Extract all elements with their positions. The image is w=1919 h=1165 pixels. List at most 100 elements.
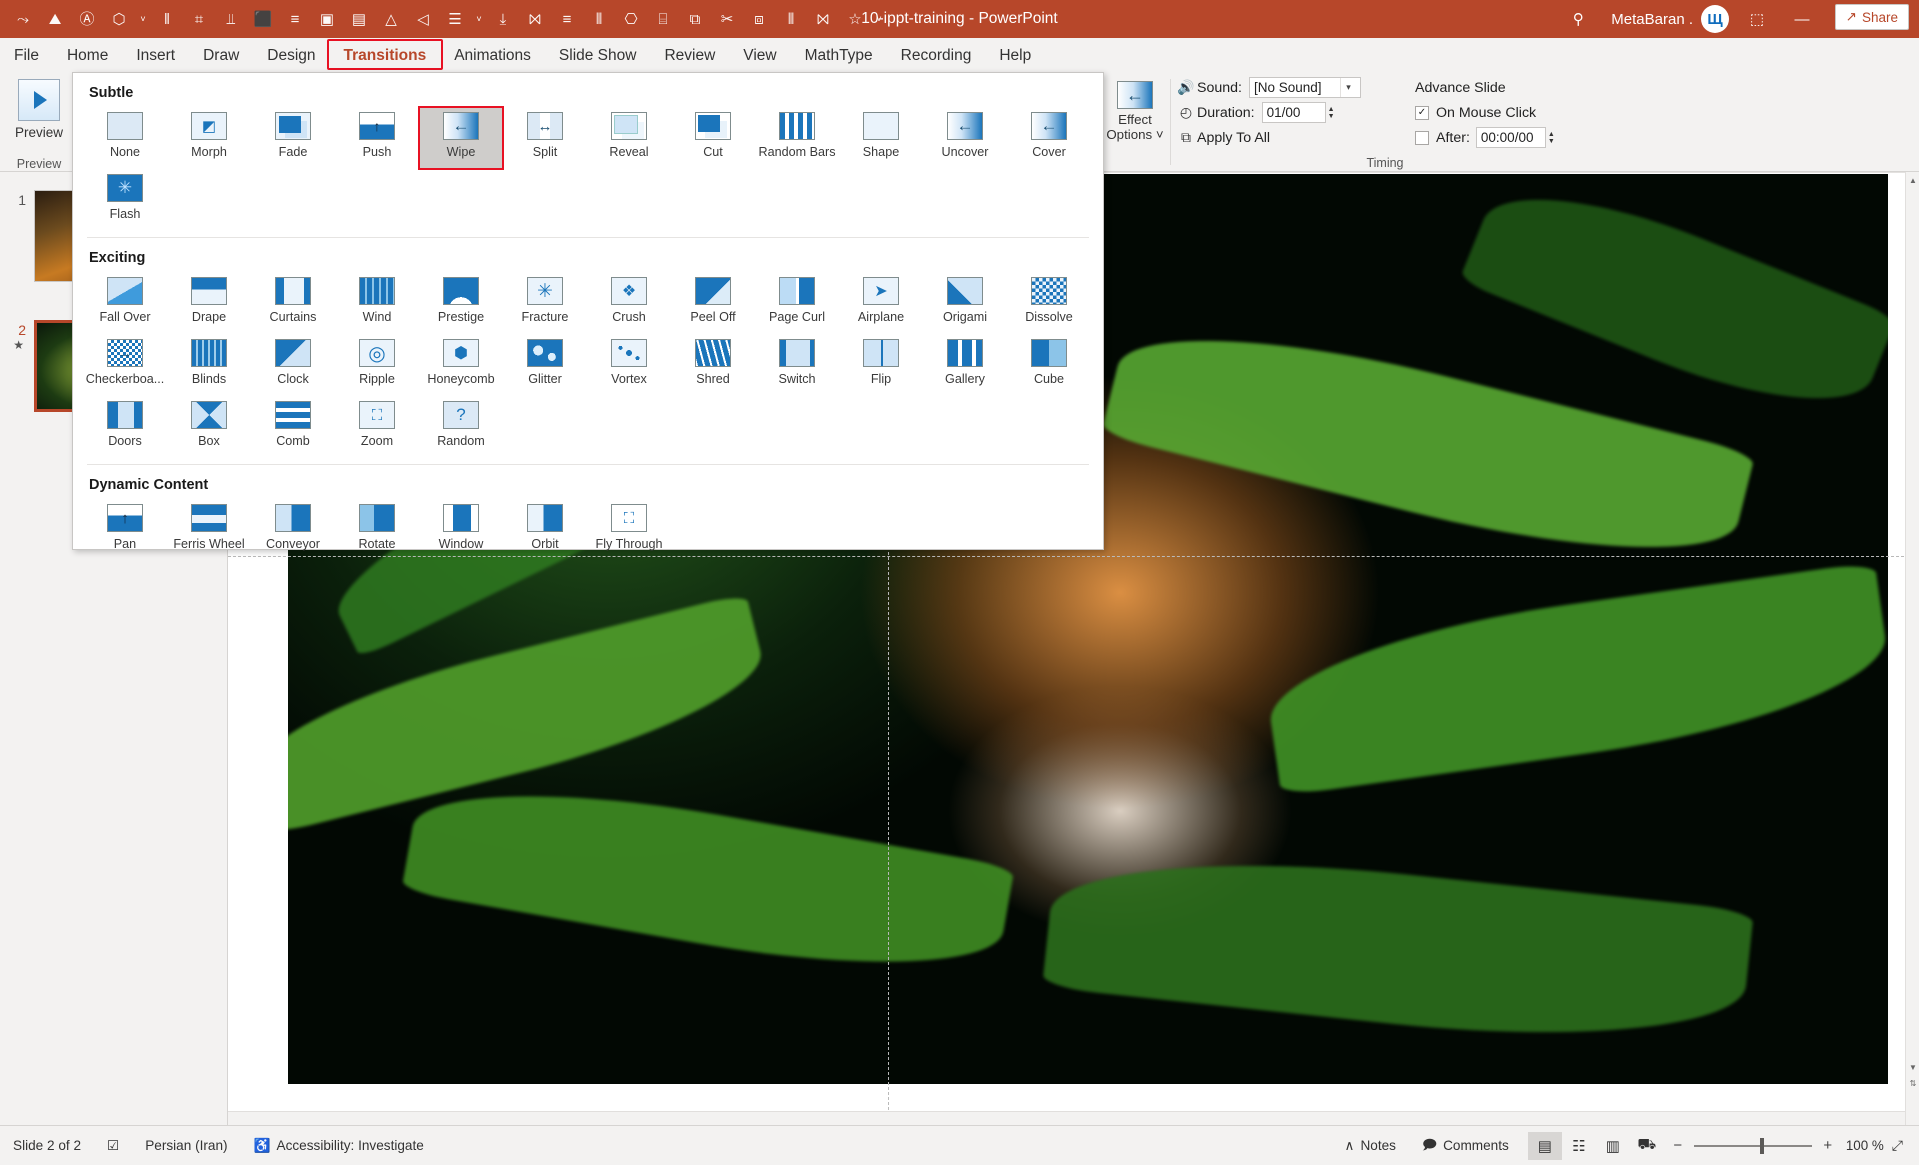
transition-push[interactable]: ↑ Push [335, 107, 419, 169]
duration-input[interactable]: 01/00 [1261, 102, 1326, 123]
preview-group[interactable]: Preview Preview [0, 73, 78, 172]
after-row[interactable]: After: 00:00/00 ▲ ▼ [1415, 125, 1595, 150]
shapes-icon[interactable]: ⬡ [104, 4, 134, 34]
transition-none[interactable]: None [83, 107, 167, 169]
transition-conveyor[interactable]: Conveyor [251, 499, 335, 561]
after-input[interactable]: 00:00/00 [1475, 127, 1546, 148]
transition-honeycomb[interactable]: ⬢ Honeycomb [419, 334, 503, 396]
transition-star-icon[interactable]: ★ [8, 338, 34, 352]
zoom-handle[interactable] [1759, 1137, 1764, 1154]
transition-split[interactable]: ↔ Split [503, 107, 587, 169]
on-mouse-click-checkbox[interactable]: ✓ [1415, 105, 1429, 120]
transition-gallery[interactable]: Gallery [923, 334, 1007, 396]
align-bottom-icon[interactable]: ⤓ [488, 4, 518, 34]
tab-recording[interactable]: Recording [887, 38, 986, 73]
comments-button[interactable]: 🗩 Comments [1409, 1132, 1522, 1160]
scroll-up-icon[interactable]: ▲ [1906, 172, 1919, 188]
scroll-down-icon[interactable]: ▼ [1906, 1059, 1919, 1075]
normal-view-button[interactable]: ▤ [1527, 1131, 1562, 1160]
transition-cut[interactable]: Cut [671, 107, 755, 169]
grid-icon[interactable]: ≡ [280, 4, 310, 34]
cut-icon[interactable]: ✂ [712, 4, 742, 34]
bring-forward-icon[interactable]: ▣ [312, 4, 342, 34]
transition-box[interactable]: Box [167, 396, 251, 458]
previous-slide-icon[interactable]: ⇅ [1906, 1075, 1919, 1091]
transition-blinds[interactable]: Blinds [167, 334, 251, 396]
align-left-icon[interactable]: ≡ [552, 4, 582, 34]
on-mouse-click-row[interactable]: ✓ On Mouse Click [1415, 100, 1595, 125]
format-painter-icon[interactable]: ☆ [840, 4, 870, 34]
transition-pan[interactable]: ↑ Pan [83, 499, 167, 561]
tab-transitions[interactable]: Transitions [330, 38, 441, 73]
transition-origami[interactable]: Origami [923, 272, 1007, 334]
view-buttons[interactable]: ▤ ☷ ▥ ⛟ [1527, 1131, 1664, 1160]
reading-view-button[interactable]: ▥ [1596, 1132, 1630, 1160]
tab-animations[interactable]: Animations [440, 38, 545, 73]
zoom-slider[interactable]: − + [1664, 1137, 1842, 1154]
transition-cover[interactable]: ← Cover [1007, 107, 1091, 169]
after-spinner[interactable]: ▲ ▼ [1548, 131, 1560, 145]
sound-combobox[interactable]: [No Sound] ▾ [1248, 77, 1361, 98]
transition-flip[interactable]: Flip [839, 334, 923, 396]
quick-access-toolbar[interactable]: ⤳ ⛰ Ⓐ ⬡ ˅ ‖ ⌗ ⫫ ⬛ ≡ ▣ ▤ △ ◁ ☰ ˅ ⤓ ⨝ ≡ ⫴ ⎔ ⌸ ⧉ ✂ ⧈ ⫴ ⨝ ☆ ˅ [0, 4, 886, 34]
distribute-icon[interactable]: ⫫ [216, 4, 246, 34]
transition-glitter[interactable]: Glitter [503, 334, 587, 396]
search-icon[interactable]: ⚲ [1551, 0, 1605, 38]
rotate-left-icon[interactable]: ◁ [408, 4, 438, 34]
after-checkbox[interactable] [1415, 130, 1429, 145]
transition-ferris-wheel[interactable]: Ferris Wheel [167, 499, 251, 561]
vertical-scrollbar[interactable]: ▲ ▼ ⇅ [1905, 172, 1919, 1125]
transition-prestige[interactable]: Prestige [419, 272, 503, 334]
transition-rotate[interactable]: Rotate [335, 499, 419, 561]
spellcheck-icon[interactable]: ☑ [94, 1132, 132, 1160]
ungroup-icon[interactable]: ⌸ [648, 4, 678, 34]
transition-fracture[interactable]: ✳ Fracture [503, 272, 587, 334]
transition-uncover[interactable]: ← Uncover [923, 107, 1007, 169]
transition-peel-off[interactable]: Peel Off [671, 272, 755, 334]
duplicate-icon[interactable]: ⧉ [680, 4, 710, 34]
transition-dissolve[interactable]: Dissolve [1007, 272, 1091, 334]
transition-zoom[interactable]: ⛶ Zoom [335, 396, 419, 458]
zoom-in-button[interactable]: + [1820, 1137, 1836, 1154]
minimize-button[interactable]: — [1779, 0, 1825, 38]
tab-file[interactable]: File [0, 38, 53, 73]
tab-review[interactable]: Review [650, 38, 729, 73]
transition-ripple[interactable]: ◎ Ripple [335, 334, 419, 396]
zoom-out-button[interactable]: − [1670, 1137, 1686, 1154]
transition-shred[interactable]: Shred [671, 334, 755, 396]
transition-random[interactable]: ? Random [419, 396, 503, 458]
fit-slide-icon[interactable]: ⤢ [1884, 1137, 1911, 1154]
tab-home[interactable]: Home [53, 38, 122, 73]
transition-window[interactable]: Window [419, 499, 503, 561]
transition-orbit[interactable]: Orbit [503, 499, 587, 561]
transition-page-curl[interactable]: Page Curl [755, 272, 839, 334]
transition-comb[interactable]: Comb [251, 396, 335, 458]
transition-fall-over[interactable]: Fall Over [83, 272, 167, 334]
slide-show-view-button[interactable]: ⛟ [1630, 1132, 1664, 1160]
zoom-track[interactable] [1693, 1137, 1812, 1154]
align-columns-icon[interactable]: ‖ [152, 4, 182, 34]
transition-flash[interactable]: ✳ Flash [83, 169, 167, 231]
transition-fly-through[interactable]: ⛶ Fly Through [587, 499, 671, 561]
tab-mathtype[interactable]: MathType [791, 38, 887, 73]
selection-pane-icon[interactable]: ⬛ [248, 4, 278, 34]
effect-options-icon[interactable]: ← [1117, 81, 1153, 109]
tab-view[interactable]: View [729, 38, 790, 73]
avatar[interactable]: Щ [1701, 5, 1729, 33]
transition-switch[interactable]: Switch [755, 334, 839, 396]
align-center-icon[interactable]: ⨝ [520, 4, 550, 34]
align-caret[interactable]: ˅ [472, 4, 486, 34]
transition-drape[interactable]: Drape [167, 272, 251, 334]
share-button[interactable]: ↗ Share [1834, 4, 1909, 30]
merge-shapes-icon[interactable]: ⨝ [808, 4, 838, 34]
transition-vortex[interactable]: Vortex [587, 334, 671, 396]
transition-random-bars[interactable]: Random Bars [755, 107, 839, 169]
chevron-down-icon[interactable]: ▾ [1339, 78, 1356, 97]
text-box-icon[interactable]: Ⓐ [72, 4, 102, 34]
transition-reveal[interactable]: Reveal [587, 107, 671, 169]
spacing-icon[interactable]: ⫴ [776, 4, 806, 34]
preview-icon[interactable] [18, 79, 60, 121]
language-status[interactable]: Persian (Iran) [132, 1132, 240, 1160]
transition-wind[interactable]: Wind [335, 272, 419, 334]
slide-count[interactable]: Slide 2 of 2 [0, 1132, 94, 1160]
